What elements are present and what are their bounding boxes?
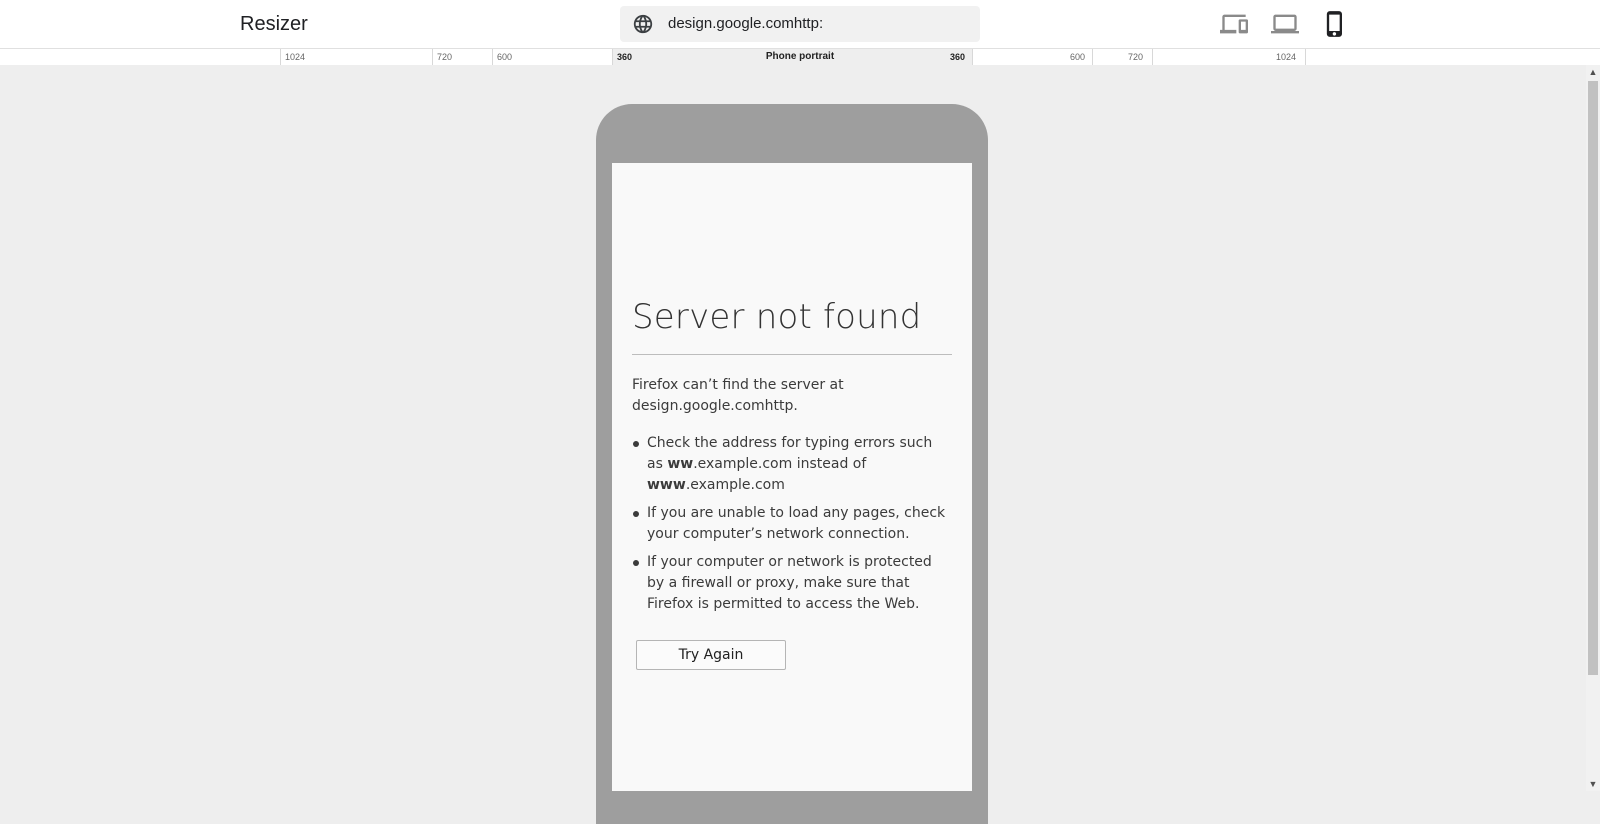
ruler-tick-label: 360 [617,52,633,62]
error-message: Firefox can’t find the server at design.… [632,377,844,414]
phone-icon [1326,11,1342,37]
laptop-icon [1271,14,1299,34]
phone-screen: Server not found Firefox can’t find the … [612,163,972,791]
ruler-tick-label: 360 [950,52,966,62]
ruler-tick-label: 600 [1070,52,1086,62]
scroll-thumb[interactable] [1588,81,1598,675]
tip-text: .example.com instead of [693,456,867,472]
list-item: Check the address for typing errors such… [632,433,952,496]
devices-icon [1220,14,1248,34]
laptop-button[interactable] [1271,10,1299,38]
ruler-tick-label: 600 [497,52,513,62]
ruler-band-720-right[interactable] [1092,49,1153,65]
list-item: If your computer or network is protected… [632,552,952,615]
url-text[interactable]: design.google.comhttp: [668,15,823,33]
scroll-down-arrow-icon[interactable]: ▼ [1586,777,1600,791]
devices-button[interactable] [1220,10,1248,38]
try-again-button[interactable]: Try Again [636,640,786,670]
error-tips-list: Check the address for typing errors such… [632,433,952,622]
title-divider [632,354,952,355]
ruler-tick-label: 720 [1128,52,1144,62]
list-item: If you are unable to load any pages, che… [632,503,952,545]
ruler-tick-label: 1024 [285,52,306,62]
ruler-tick-label: 720 [437,52,453,62]
app-title: Resizer [240,13,308,35]
phone-button[interactable] [1321,10,1349,38]
breakpoint-ruler: 1024 720 600 360 Phone portrait 360 600 … [0,48,1600,66]
globe-icon [633,14,653,34]
url-bar[interactable]: design.google.comhttp: [620,6,980,42]
vertical-scrollbar[interactable]: ▲ ▼ [1586,65,1600,791]
top-bar: Resizer design.google.comhttp: [0,0,1600,48]
tip-bold-text: www [647,477,686,493]
scroll-up-arrow-icon[interactable]: ▲ [1586,65,1600,79]
error-title: Server not found [632,297,922,337]
tip-bold-text: ww [667,456,694,472]
ruler-tick-label: 1024 [1276,52,1297,62]
tip-text: .example.com [685,477,785,493]
ruler-mode-label: Phone portrait [765,51,835,62]
